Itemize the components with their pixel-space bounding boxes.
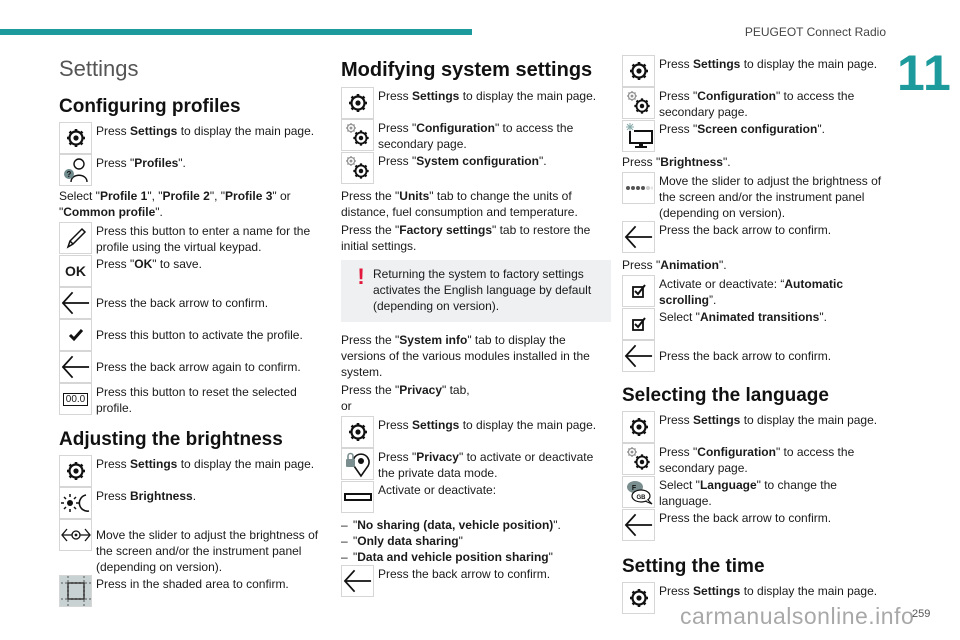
list-item: – "Only data sharing" [341,534,463,548]
settings-gear-icon [622,411,655,443]
privacy-lock-location-icon [341,448,374,480]
step-press-profiles: ? Press "Profiles". [59,154,329,186]
svg-text:?: ? [66,170,71,179]
sun-moon-icon [59,487,92,519]
select-profile-text: Select "Profile 1", "Profile 2", "Profil… [59,189,291,219]
list-item: – "No sharing (data, vehicle position)". [341,518,561,532]
configuration-gears-icon [341,152,374,184]
page-number: 259 [912,608,931,620]
step-select-language: F GB Select "Language" to change the lan… [622,476,892,509]
heading-configuring-profiles: Configuring profiles [59,96,241,117]
heading-adjusting-brightness: Adjusting the brightness [59,429,283,450]
warning-exclamation-icon: ! [357,264,365,289]
step-back-arrow: Press the back arrow to confirm. [59,287,329,319]
or-text: or [341,399,352,413]
step-press-settings: Press Settings to display the main page. [59,122,329,154]
profiles-icon: ? [59,154,92,186]
step-press-settings: Press Settings to display the main page. [622,55,892,87]
heading-modifying-system-settings: Modifying system settings [341,59,593,81]
brightness-dots-icon [622,172,655,204]
step-automatic-scrolling: Activate or deactivate: “Automatic scrol… [622,275,892,308]
sharing-options-list: – "No sharing (data, vehicle position)". … [341,517,611,565]
step-activate-deactivate: Activate or deactivate: [341,481,611,513]
step-press-settings: Press Settings to display the main page. [341,416,611,448]
slider-arrows-icon [59,519,92,551]
header-title: PEUGEOT Connect Radio [744,25,886,39]
reset-counter-icon: 00.0 [59,383,92,415]
warning-note: ! Returning the system to factory settin… [341,260,611,322]
step-press-configuration: Press "Configuration" to access the seco… [622,87,892,120]
back-arrow-icon [341,565,374,597]
step-back-arrow: Press the back arrow to confirm. [622,340,892,372]
back-arrow-icon [622,221,655,253]
ok-icon: OK [59,255,92,287]
factory-settings-text: Press the "Factory settings" tab to rest… [341,223,591,253]
configuration-gears-icon [341,119,374,151]
step-press-configuration: Press "Configuration" to access the seco… [622,443,892,476]
pencil-icon [59,222,92,254]
column-3: Press Settings to display the main page.… [622,55,892,614]
screen-monitor-icon [622,120,655,152]
step-press-settings: Press Settings to display the main page. [341,87,611,119]
settings-gear-icon [622,55,655,87]
shaded-area-icon [59,575,92,607]
step-press-screen-configuration: Press "Screen configuration". [622,120,892,152]
step-animated-transitions: Select "Animated transitions". [622,308,892,340]
step-press-privacy: Press "Privacy" to activate or deactivat… [341,448,611,481]
toggle-bar-icon [341,481,374,513]
step-back-arrow-again: Press the back arrow again to confirm. [59,351,329,383]
press-animation-text: Press "Animation". [622,258,727,272]
checkbox-checked-icon [622,275,655,307]
step-back-arrow: Press the back arrow to confirm. [622,509,892,541]
chapter-number: 11 [897,45,952,101]
settings-gear-icon [341,87,374,119]
configuration-gears-icon [622,443,655,475]
configuration-gears-icon [622,87,655,119]
column-1: Settings Configuring profiles Press Sett… [59,55,329,607]
heading-setting-time: Setting the time [622,556,765,577]
settings-gear-icon [622,582,655,614]
svg-text:GB: GB [636,495,646,501]
settings-gear-icon [59,455,92,487]
step-press-ok: OK Press "OK" to save. [59,255,329,287]
step-move-slider: Move the slider to adjust the brightness… [622,172,892,221]
step-press-shaded-area: Press in the shaded area to confirm. [59,559,329,607]
units-text: Press the "Units" tab to change the unit… [341,189,578,219]
watermark: carmanualsonline.info [680,603,915,629]
list-item: – "Data and vehicle position sharing" [341,550,553,564]
settings-gear-icon [59,122,92,154]
press-brightness-text: Press "Brightness". [622,155,731,169]
step-enter-name: Press this button to enter a name for th… [59,222,329,255]
step-press-system-configuration: Press "System configuration". [341,152,611,184]
section-title: Settings [59,56,139,81]
step-press-settings: Press Settings to display the main page. [622,411,892,443]
step-activate-profile: Press this button to activate the profil… [59,319,329,351]
back-arrow-icon [59,287,92,319]
column-2: Modifying system settings Press Settings… [341,55,611,597]
step-press-settings: Press Settings to display the main page. [59,455,329,487]
checkbox-checked-icon [622,308,655,340]
system-info-text: Press the "System info" tab to display t… [341,333,590,379]
checkmark-icon [59,319,92,351]
back-arrow-icon [59,351,92,383]
step-back-arrow: Press the back arrow to confirm. [622,221,892,253]
language-speech-bubbles-icon: F GB [622,476,655,508]
back-arrow-icon [622,340,655,372]
settings-gear-icon [341,416,374,448]
privacy-tab-text: Press the "Privacy" tab, [341,383,470,397]
step-press-configuration: Press "Configuration" to access the seco… [341,119,611,152]
step-press-brightness: Press Brightness. [59,487,329,519]
back-arrow-icon [622,509,655,541]
header-accent-bar [0,29,472,35]
heading-selecting-language: Selecting the language [622,385,829,406]
step-reset-profile: 00.0 Press this button to reset the sele… [59,383,329,416]
warning-note-text: Returning the system to factory settings… [373,267,592,313]
step-back-arrow: Press the back arrow to confirm. [341,565,611,597]
